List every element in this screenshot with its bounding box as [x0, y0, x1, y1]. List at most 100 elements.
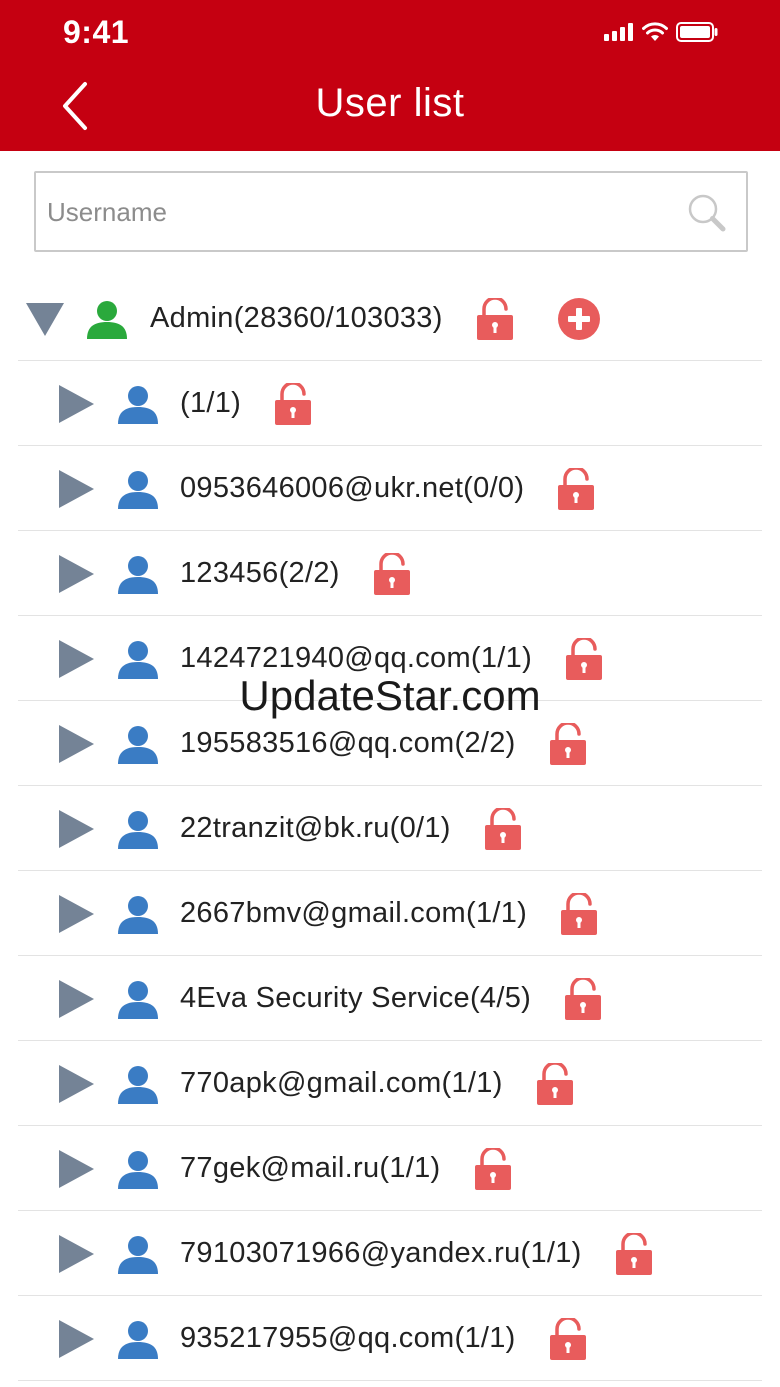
lock-button[interactable] [558, 467, 595, 510]
lock-button[interactable] [565, 977, 602, 1020]
unlock-icon [476, 297, 513, 340]
unlock-icon [549, 722, 586, 765]
expand-toggle[interactable] [56, 638, 96, 680]
triangle-right-icon [59, 1149, 94, 1188]
unlock-icon [275, 382, 312, 425]
user-icon [116, 384, 160, 424]
user-icon [116, 1319, 160, 1359]
lock-button[interactable] [275, 382, 312, 425]
tree-row-label[interactable]: 0953646006@ukr.net(0/0) [180, 472, 524, 505]
user-icon [116, 809, 160, 849]
unlock-icon [536, 1062, 573, 1105]
search-box [34, 171, 748, 252]
tree-row: 123456(2/2) [0, 531, 780, 616]
search-input[interactable] [45, 173, 679, 252]
tree-row-label[interactable]: 935217955@qq.com(1/1) [180, 1322, 516, 1355]
triangle-down-icon [26, 302, 64, 336]
triangle-right-icon [59, 894, 94, 933]
tree-row-label[interactable]: 123456(2/2) [180, 557, 340, 590]
wifi-icon [642, 22, 668, 41]
tree-row: 2667bmv@gmail.com(1/1) [0, 871, 780, 956]
lock-button[interactable] [549, 722, 586, 765]
lock-button[interactable] [549, 1317, 586, 1360]
tree-row: 22tranzit@bk.ru(0/1) [0, 786, 780, 871]
expand-toggle[interactable] [56, 1063, 96, 1105]
user-icon [116, 639, 160, 679]
user-tree: Admin(28360/103033) (1/1) 0953646006@ukr.… [0, 276, 780, 1381]
triangle-right-icon [59, 1234, 94, 1273]
lock-button[interactable] [476, 297, 513, 340]
triangle-right-icon [59, 809, 94, 848]
expand-toggle[interactable] [56, 978, 96, 1020]
status-time: 9:41 [63, 14, 130, 50]
battery-icon [676, 22, 718, 42]
tree-row-label[interactable]: 1424721940@qq.com(1/1) [180, 642, 532, 675]
triangle-right-icon [59, 1064, 94, 1103]
expand-toggle[interactable] [56, 468, 96, 510]
status-icons [604, 20, 718, 44]
page-title: User list [315, 81, 465, 125]
tree-row-label[interactable]: 4Eva Security Service(4/5) [180, 982, 531, 1015]
plus-circle-icon [557, 297, 600, 340]
expand-toggle[interactable] [56, 553, 96, 595]
user-icon [116, 724, 160, 764]
expand-toggle[interactable] [56, 808, 96, 850]
user-icon [84, 299, 130, 339]
lock-button[interactable] [536, 1062, 573, 1105]
unlock-icon [549, 1317, 586, 1360]
user-icon [116, 554, 160, 594]
lock-button[interactable] [484, 807, 521, 850]
row-divider [18, 1380, 762, 1381]
triangle-right-icon [59, 384, 94, 423]
triangle-right-icon [59, 554, 94, 593]
user-icon [116, 469, 160, 509]
user-icon [116, 1234, 160, 1274]
tree-row-label[interactable]: Admin(28360/103033) [150, 302, 443, 335]
lock-button[interactable] [474, 1147, 511, 1190]
unlock-icon [565, 977, 602, 1020]
lock-button[interactable] [373, 552, 410, 595]
user-icon [116, 979, 160, 1019]
unlock-icon [373, 552, 410, 595]
tree-row: 1424721940@qq.com(1/1) [0, 616, 780, 701]
user-icon [116, 894, 160, 934]
tree-row-label[interactable]: 79103071966@yandex.ru(1/1) [180, 1237, 582, 1270]
unlock-icon [561, 892, 598, 935]
unlock-icon [566, 637, 603, 680]
lock-button[interactable] [566, 637, 603, 680]
unlock-icon [484, 807, 521, 850]
tree-row-label[interactable]: 77gek@mail.ru(1/1) [180, 1152, 441, 1185]
tree-row: 79103071966@yandex.ru(1/1) [0, 1211, 780, 1296]
expand-toggle[interactable] [56, 383, 96, 425]
triangle-right-icon [59, 469, 94, 508]
triangle-right-icon [59, 1319, 94, 1358]
tree-row: 935217955@qq.com(1/1) [0, 1296, 780, 1381]
tree-row-label[interactable]: 770apk@gmail.com(1/1) [180, 1067, 503, 1100]
unlock-icon [558, 467, 595, 510]
expand-toggle[interactable] [56, 1148, 96, 1190]
tree-row: 0953646006@ukr.net(0/0) [0, 446, 780, 531]
tree-row-label[interactable]: 22tranzit@bk.ru(0/1) [180, 812, 451, 845]
expand-toggle[interactable] [56, 1233, 96, 1275]
add-user-button[interactable] [557, 297, 600, 340]
tree-row: 4Eva Security Service(4/5) [0, 956, 780, 1041]
tree-row: 195583516@qq.com(2/2) [0, 701, 780, 786]
user-icon [116, 1149, 160, 1189]
search-icon[interactable] [686, 192, 728, 234]
tree-row-label[interactable]: 195583516@qq.com(2/2) [180, 727, 516, 760]
tree-row: 770apk@gmail.com(1/1) [0, 1041, 780, 1126]
lock-button[interactable] [561, 892, 598, 935]
triangle-right-icon [59, 724, 94, 763]
tree-row-label[interactable]: 2667bmv@gmail.com(1/1) [180, 897, 527, 930]
expand-toggle[interactable] [56, 1318, 96, 1360]
expand-toggle[interactable] [56, 723, 96, 765]
lock-button[interactable] [615, 1232, 652, 1275]
tree-row: 77gek@mail.ru(1/1) [0, 1126, 780, 1211]
unlock-icon [615, 1232, 652, 1275]
expand-toggle[interactable] [56, 893, 96, 935]
tree-row-label[interactable]: (1/1) [180, 387, 241, 420]
collapse-toggle[interactable] [24, 298, 66, 340]
signal-icon [604, 23, 633, 41]
app-header: 9:41 User list [0, 0, 780, 151]
tree-row-root: Admin(28360/103033) [0, 276, 780, 361]
